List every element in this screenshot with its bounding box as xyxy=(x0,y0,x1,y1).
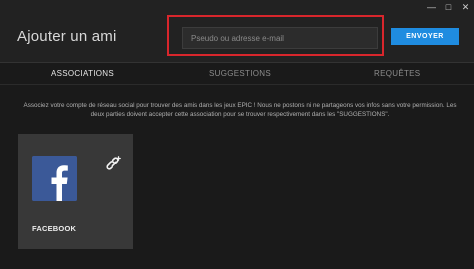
tab-divider xyxy=(0,84,474,85)
tab-requests[interactable]: REQUÊTES xyxy=(374,69,420,78)
window-controls: — □ ✕ xyxy=(423,0,474,14)
maximize-icon[interactable]: □ xyxy=(440,0,457,14)
tab-suggestions[interactable]: SUGGESTIONS xyxy=(209,69,271,78)
minimize-icon[interactable]: — xyxy=(423,0,440,14)
tab-associations[interactable]: ASSOCIATIONS xyxy=(51,69,114,78)
search-input[interactable] xyxy=(182,27,378,49)
page-title: Ajouter un ami xyxy=(17,28,117,45)
add-friend-window: Ajouter un ami ENVOYER — □ ✕ ASSOCIATION… xyxy=(0,0,474,269)
facebook-card[interactable]: FACEBOOK xyxy=(18,134,133,249)
tab-bar: ASSOCIATIONS SUGGESTIONS REQUÊTES xyxy=(0,63,474,84)
header-bar: Ajouter un ami ENVOYER xyxy=(0,0,474,63)
facebook-icon xyxy=(32,156,77,201)
link-icon[interactable] xyxy=(106,156,122,172)
close-icon[interactable]: ✕ xyxy=(457,0,474,14)
associations-description: Associez votre compte de réseau social p… xyxy=(23,102,457,118)
facebook-label: FACEBOOK xyxy=(32,224,77,233)
send-button[interactable]: ENVOYER xyxy=(391,28,459,45)
